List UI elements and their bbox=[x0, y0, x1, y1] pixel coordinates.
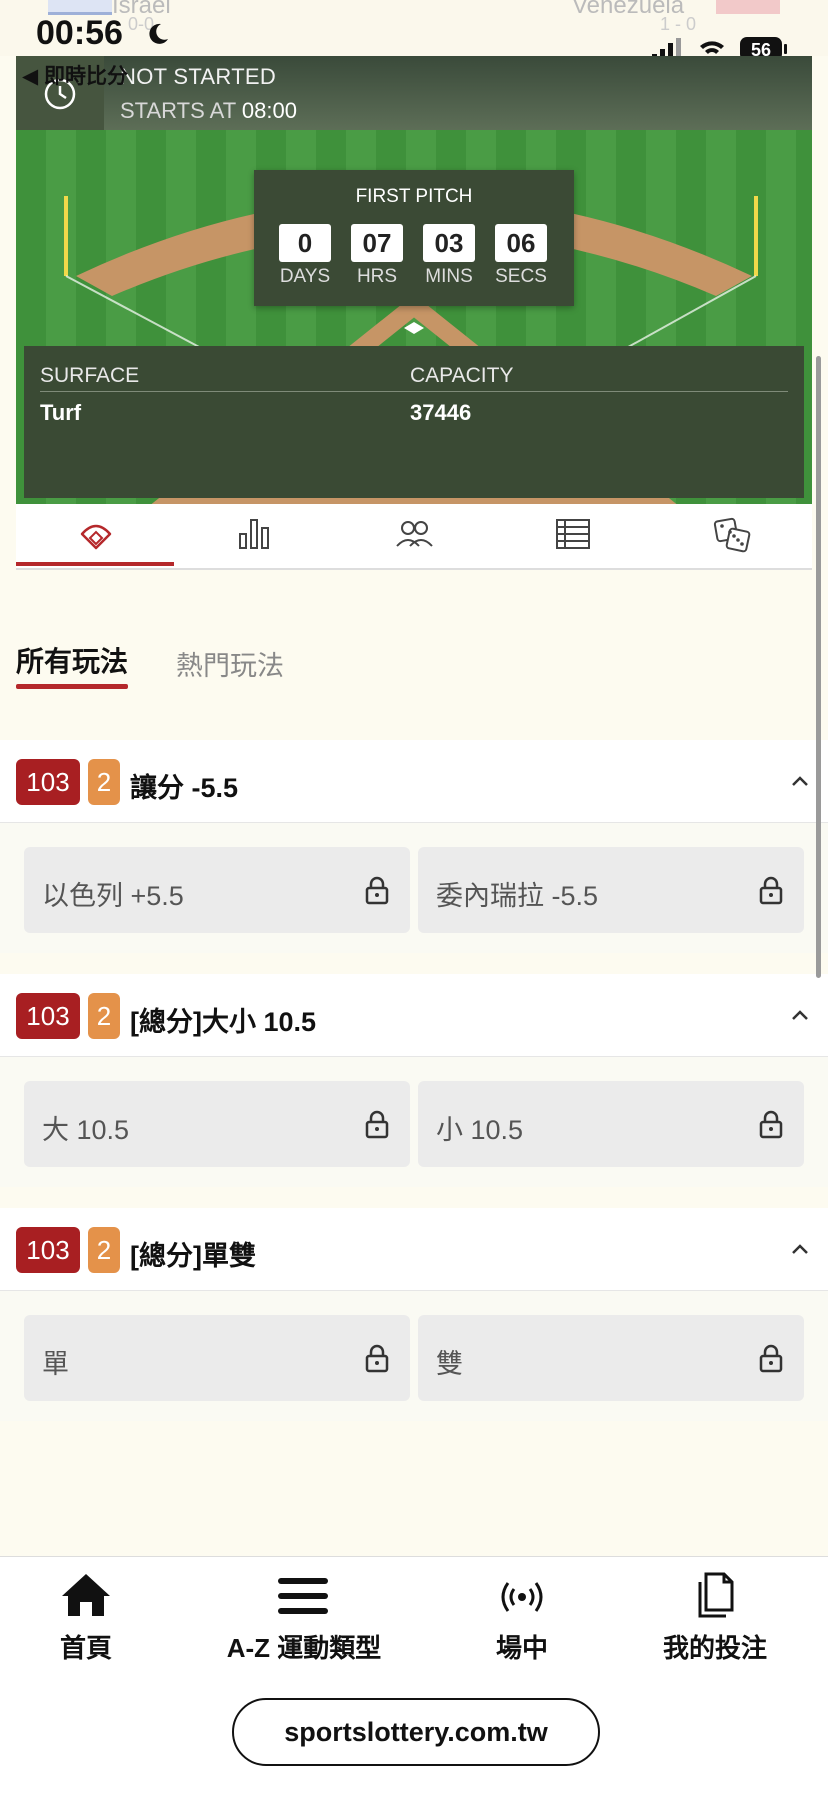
nav-my-bets-label[interactable]: 我的投注 bbox=[652, 1628, 778, 1665]
nav-home-label[interactable]: 首頁 bbox=[34, 1628, 138, 1665]
bet-option[interactable] bbox=[418, 1315, 804, 1401]
bet-option-label: 小 10.5 bbox=[436, 1115, 524, 1145]
lock-icon bbox=[365, 1344, 389, 1373]
tab-active-indicator bbox=[16, 562, 174, 566]
live-broadcast-icon[interactable] bbox=[500, 1580, 544, 1614]
chevron-up-icon[interactable] bbox=[790, 1242, 810, 1256]
team-left-flag bbox=[48, 0, 112, 15]
lock-icon bbox=[365, 1110, 389, 1139]
match-status: NOT STARTED bbox=[120, 64, 277, 89]
team-right-score: 1 - 0 bbox=[660, 14, 697, 34]
countdown-hours-label: HRS bbox=[356, 266, 398, 287]
countdown-secs: 06 bbox=[495, 224, 547, 262]
countdown-days-label: DAYS bbox=[279, 266, 331, 287]
subtab-popular-bets[interactable]: 熱門玩法 bbox=[176, 644, 284, 683]
first-pitch-title: FIRST PITCH bbox=[355, 186, 473, 207]
starts-label: STARTS AT bbox=[120, 98, 236, 123]
bet-option-label: 雙 bbox=[436, 1349, 463, 1379]
countdown-mins-label: MINS bbox=[425, 266, 473, 287]
bet-option-label: 委內瑞拉 -5.5 bbox=[436, 881, 599, 911]
countdown-days: 0 bbox=[279, 224, 331, 262]
market-header-total-odd-even[interactable] bbox=[0, 1208, 828, 1291]
market-code-badge: 103 bbox=[16, 1227, 80, 1273]
market-header-total-over-under[interactable] bbox=[0, 974, 828, 1057]
market-code-badge: 103 bbox=[16, 993, 80, 1039]
url-bar[interactable]: sportslottery.com.tw bbox=[232, 1698, 600, 1766]
match-start-time: STARTS AT 08:00 bbox=[120, 98, 297, 124]
chevron-up-icon[interactable] bbox=[790, 1008, 810, 1022]
lineup-icon[interactable] bbox=[394, 514, 434, 554]
dice-icon[interactable] bbox=[712, 514, 752, 554]
countdown-mins: 03 bbox=[423, 224, 475, 262]
stats-bars-icon[interactable] bbox=[234, 514, 274, 554]
capacity-label: CAPACITY bbox=[410, 364, 514, 387]
scrollbar[interactable] bbox=[816, 356, 821, 978]
chevron-up-icon[interactable] bbox=[790, 774, 810, 788]
subtab-all-bets[interactable]: 所有玩法 bbox=[16, 640, 128, 680]
standings-list-icon[interactable] bbox=[553, 514, 593, 554]
market-code-badge: 103 bbox=[16, 759, 80, 805]
countdown-hours: 07 bbox=[351, 224, 403, 262]
lock-icon bbox=[759, 1344, 783, 1373]
surface-value: Turf bbox=[40, 400, 82, 425]
starts-time: 08:00 bbox=[241, 98, 297, 123]
bet-option[interactable] bbox=[24, 1315, 410, 1401]
status-time: 00:56 bbox=[36, 14, 123, 52]
countdown-secs-label: SECS bbox=[495, 266, 547, 287]
home-icon[interactable] bbox=[58, 1570, 114, 1620]
bet-option-label: 單 bbox=[42, 1349, 69, 1379]
market-count-badge: 2 bbox=[88, 993, 120, 1039]
capacity-value: 37446 bbox=[410, 400, 472, 425]
menu-icon[interactable] bbox=[278, 1576, 328, 1616]
market-title: [總分]單雙 bbox=[130, 1241, 256, 1271]
bet-option-label: 以色列 +5.5 bbox=[42, 881, 184, 911]
nav-live-label[interactable]: 場中 bbox=[470, 1628, 574, 1665]
baseball-field-icon[interactable] bbox=[76, 514, 116, 554]
back-to-live-scores-link[interactable]: ◀ 即時比分 bbox=[22, 60, 128, 90]
lock-icon bbox=[759, 1110, 783, 1139]
lock-icon bbox=[759, 876, 783, 905]
bet-option-label: 大 10.5 bbox=[42, 1115, 130, 1145]
nav-sports-label[interactable]: A-Z 運動類型 bbox=[212, 1628, 396, 1665]
market-title: [總分]大小 10.5 bbox=[130, 1007, 317, 1037]
market-count-badge: 2 bbox=[88, 1227, 120, 1273]
team-right-flag bbox=[716, 0, 780, 14]
my-bets-icon[interactable] bbox=[692, 1570, 738, 1620]
moon-icon bbox=[149, 23, 168, 44]
market-title: 讓分 -5.5 bbox=[130, 773, 239, 803]
subtab-active-indicator bbox=[16, 684, 128, 689]
market-header-handicap[interactable] bbox=[0, 740, 828, 823]
info-divider bbox=[40, 391, 788, 392]
market-count-badge: 2 bbox=[88, 759, 120, 805]
lock-icon bbox=[365, 876, 389, 905]
surface-label: SURFACE bbox=[40, 364, 140, 387]
